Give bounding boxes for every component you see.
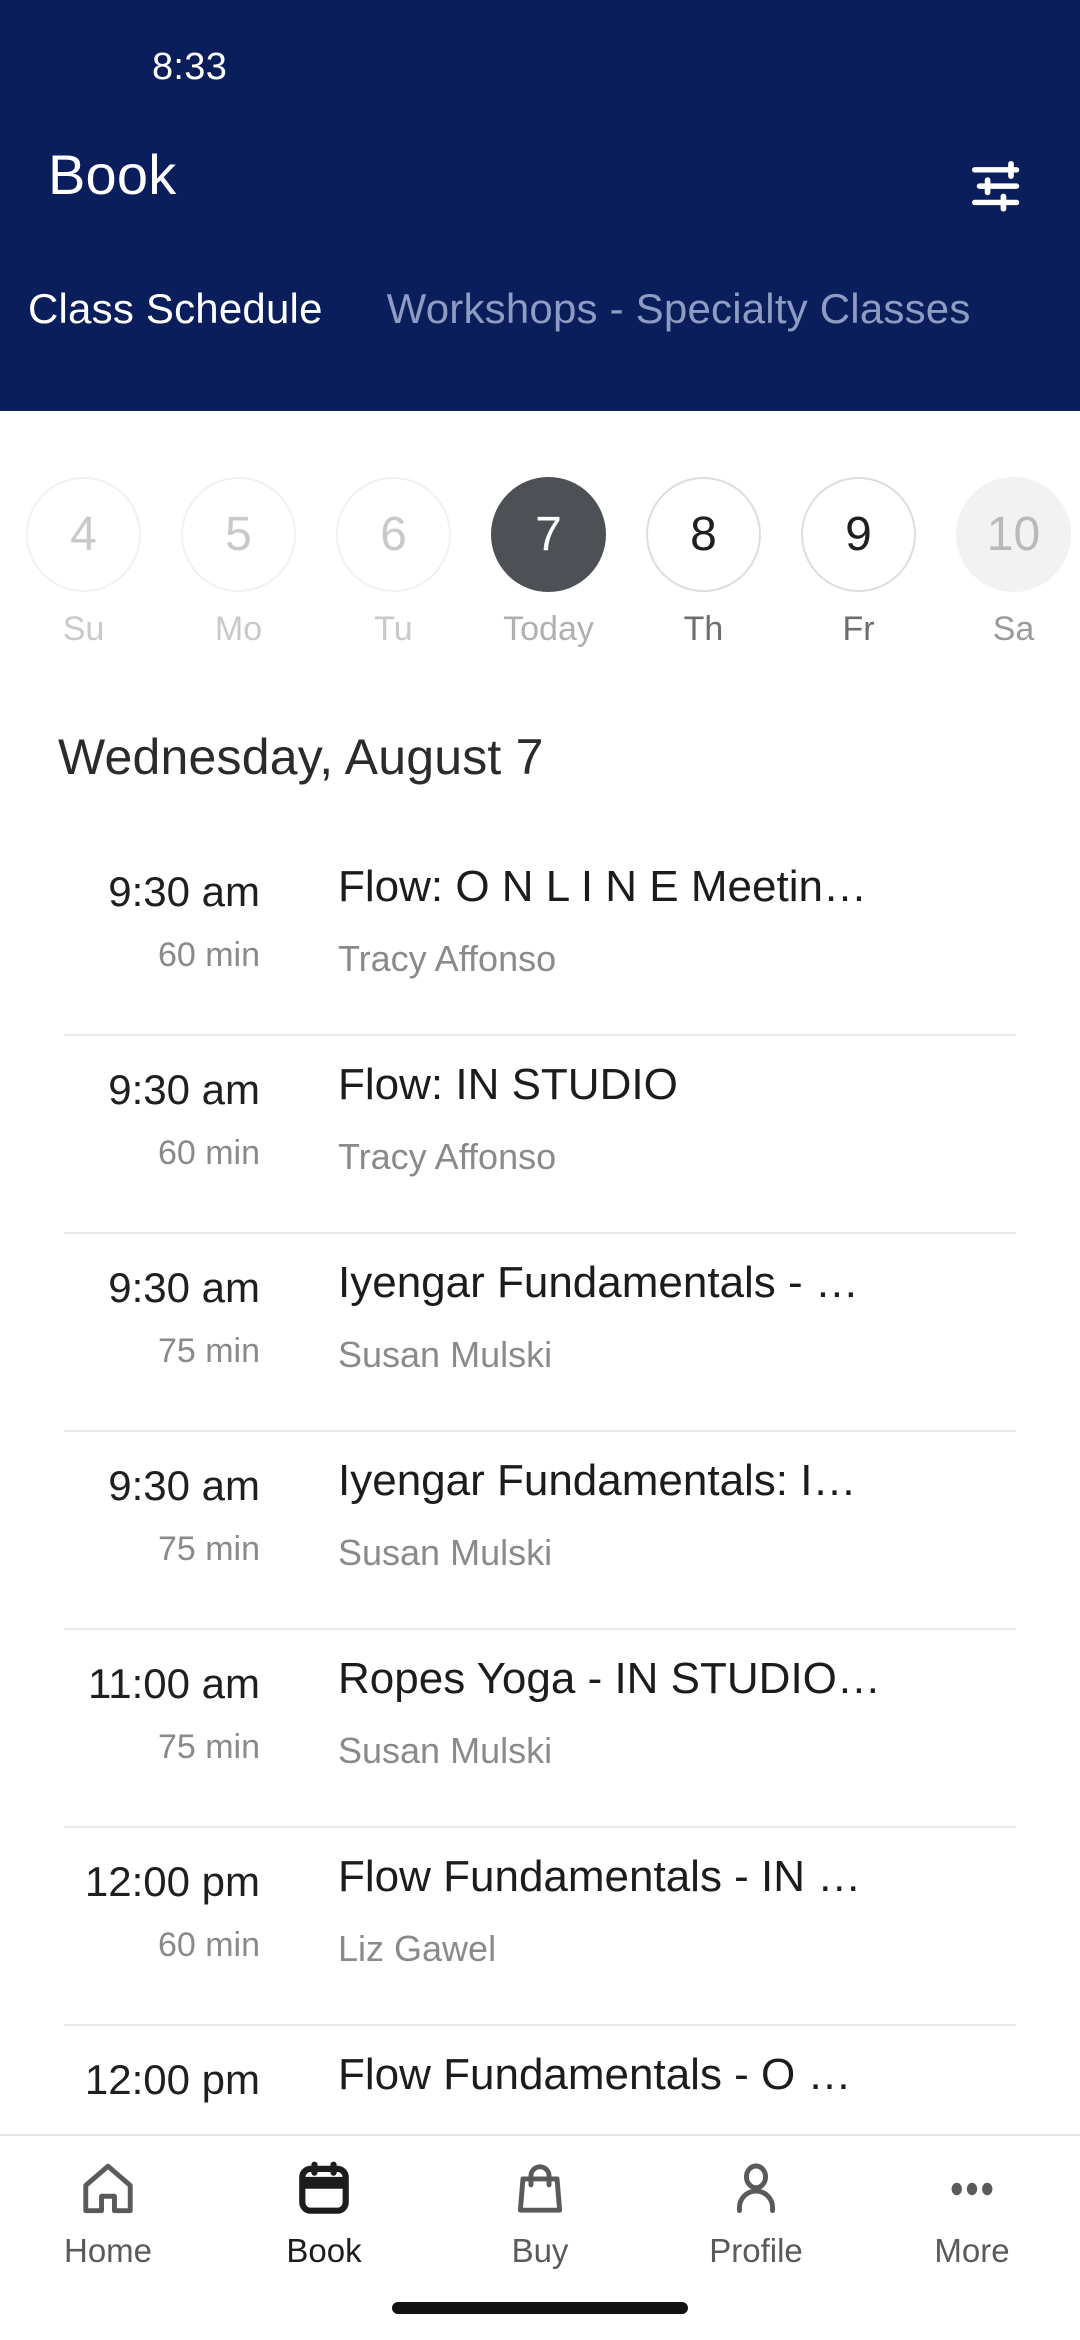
class-title: Iyengar Fundamentals - … [338,1258,859,1307]
date-cell-9[interactable]: 9 Fr [781,411,936,649]
date-number: 9 [801,477,916,592]
date-weekday: Su [62,610,105,648]
calendar-icon [293,2152,355,2226]
class-title: Iyengar Fundamentals: I… [338,1456,857,1505]
class-time: 9:30 am [108,1462,260,1509]
class-list-item[interactable]: 9:30 am 75 min Iyengar Fundamentals: I… … [0,1432,1080,1630]
class-list-item[interactable]: 9:30 am 75 min Iyengar Fundamentals - … … [0,1234,1080,1432]
date-cell-5[interactable]: 5 Mo [161,411,316,649]
class-time: 12:00 pm [84,2056,260,2103]
date-cell-7-selected[interactable]: 7 Today [471,411,626,649]
date-weekday: Mo [214,610,263,648]
date-weekday: Th [683,610,724,648]
dots-icon [941,2152,1003,2226]
nav-label: Buy [511,2232,569,2269]
class-duration: 60 min [157,1134,260,1172]
class-instructor: Susan Mulski [338,1334,553,1375]
date-number: 6 [336,477,451,592]
status-bar: 8:33 [0,0,1080,100]
nav-item-more[interactable]: More [864,2136,1080,2286]
page-title: Book [48,143,177,206]
date-weekday: Sa [992,610,1035,648]
class-time: 12:00 pm [84,1858,260,1905]
date-cell-10[interactable]: 10 Sa [936,411,1080,649]
class-instructor: Tracy Affonso [338,938,557,979]
nav-item-buy[interactable]: Buy [432,2136,648,2286]
date-number: 5 [181,477,296,592]
nav-item-book[interactable]: Book [216,2136,432,2286]
date-cell-8[interactable]: 8 Th [626,411,781,649]
app-header: 8:33 Book Class Schedule Workshops - Spe… [0,0,1080,411]
class-title: Flow: IN STUDIO [338,1060,678,1109]
home-indicator[interactable] [392,2302,688,2314]
tab-bar: Class Schedule Workshops - Specialty Cla… [0,285,1080,395]
class-time: 11:00 am [88,1660,260,1707]
date-number: 7 [491,477,606,592]
nav-label: Book [286,2232,362,2269]
date-weekday: Tu [374,610,413,648]
class-list-item[interactable]: 11:00 am 75 min Ropes Yoga - IN STUDIO… … [0,1630,1080,1828]
class-instructor: Tracy Affonso [338,1136,557,1177]
date-selector[interactable]: 4 Su 5 Mo 6 Tu 7 Today 8 Th 9 Fr 10 Sa [0,411,1080,684]
class-time: 9:30 am [108,1066,260,1113]
bag-icon [509,2152,571,2226]
class-instructor: Susan Mulski [338,1532,553,1573]
date-weekday: Fr [842,610,875,648]
app-bar: Book [0,100,1080,260]
nav-label: Profile [709,2232,803,2269]
nav-label: More [934,2232,1010,2269]
class-list-item[interactable]: 9:30 am 60 min Flow: IN STUDIO Tracy Aff… [0,1036,1080,1234]
class-instructor: Susan Mulski [338,1730,553,1771]
tab-workshops-specialty-classes[interactable]: Workshops - Specialty Classes [387,285,971,333]
date-cell-4[interactable]: 4 Su [6,411,161,649]
class-duration: 75 min [157,1728,260,1766]
tune-sliders-icon [972,160,1020,212]
tab-class-schedule[interactable]: Class Schedule [28,285,323,333]
class-list-item[interactable]: 12:00 pm 60 min Flow Fundamentals - IN …… [0,1828,1080,2026]
nav-item-home[interactable]: Home [0,2136,216,2286]
date-number: 8 [646,477,761,592]
class-duration: 75 min [157,1332,260,1370]
class-title: Flow Fundamentals - IN … [338,1852,862,1901]
class-duration: 75 min [157,1530,260,1568]
class-duration: 60 min [157,1926,260,1964]
class-schedule-list[interactable]: 9:30 am 60 min Flow: O N L I N E Meetin…… [0,838,1080,2134]
class-title: Ropes Yoga - IN STUDIO… [338,1654,881,1703]
class-duration: 60 min [157,936,260,974]
nav-label: Home [63,2232,153,2269]
app-screen: 8:33 Book Class Schedule Workshops - Spe… [0,0,1080,2340]
bottom-navigation-bar: Home Book Buy Profile More [0,2134,1080,2340]
class-title: Flow Fundamentals - O … [338,2050,852,2099]
date-weekday: Today [503,610,594,648]
filter-button[interactable] [960,152,1036,220]
date-number: 4 [26,477,141,592]
person-icon [725,2152,787,2226]
class-time: 9:30 am [108,1264,260,1311]
class-instructor: Liz Gawel [338,1928,497,1969]
nav-item-profile[interactable]: Profile [648,2136,864,2286]
date-cell-6[interactable]: 6 Tu [316,411,471,649]
status-bar-clock: 8:33 [152,46,228,88]
class-list-item[interactable]: 9:30 am 60 min Flow: O N L I N E Meetin…… [0,838,1080,1036]
selected-date-heading: Wednesday, August 7 [58,729,544,785]
class-time: 9:30 am [108,868,260,915]
class-list-item[interactable]: 12:00 pm Flow Fundamentals - O … [0,2026,1080,2134]
class-title: Flow: O N L I N E Meetin… [338,862,867,911]
home-icon [77,2152,139,2226]
date-number: 10 [956,477,1071,592]
